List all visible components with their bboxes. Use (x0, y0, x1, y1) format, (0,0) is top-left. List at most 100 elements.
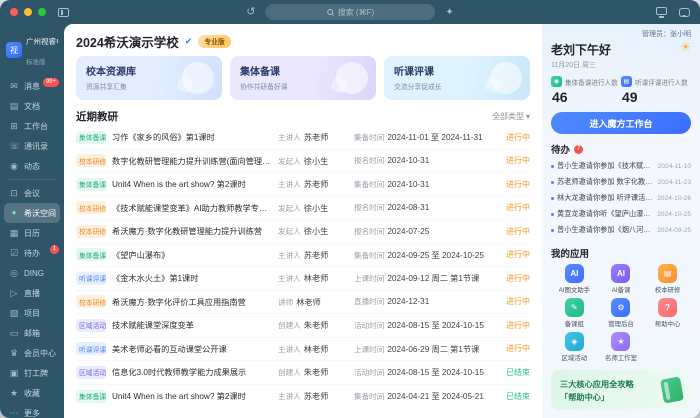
sidebar-item[interactable]: ♛ 会员中心 (4, 343, 60, 363)
todo-text: 曾小生邀请你参加《烟八河》集... (557, 225, 654, 235)
history-icon[interactable]: ↺ (246, 7, 255, 18)
sidebar-item[interactable]: ▷ 直播 (4, 283, 60, 303)
sidebar-item[interactable]: ⋯ 更多 (4, 403, 60, 418)
chevron-down-icon: ▾ (526, 112, 530, 121)
sidebar-item[interactable]: ⊡ 会议 (4, 183, 60, 203)
row-title: 希沃魔方·数字化教研管理能力提升训练营 (112, 225, 272, 237)
todo-item[interactable]: 林大龙邀请你参加 听评课活动... 2024-10-26 (551, 190, 691, 206)
feature-card[interactable]: 听课评课 交流分享促成长 (384, 56, 530, 100)
row-time: 活动时间2024-08-15 至 2024-10-15 (354, 319, 494, 331)
research-row[interactable]: 听课评课 《金木水火土》第1课时 主讲人林老师 上课时间2024-09-12 周… (76, 267, 530, 291)
close-window-button[interactable] (10, 8, 18, 16)
app-shortcut-label: AI图文助手 (559, 285, 591, 294)
sidebar-item[interactable]: ◎ DING (4, 263, 60, 283)
app-shortcut[interactable]: ★ 名师工作室 (598, 332, 645, 362)
ai-prep-app-icon: AI (611, 264, 630, 283)
app-shortcut[interactable]: ◈ 区域活动 (551, 332, 598, 362)
row-type-tag: 集体备课 (76, 131, 106, 144)
todo-section-title: 待办 (551, 142, 570, 156)
row-type-tag: 校本研修 (76, 201, 106, 214)
row-person: 主讲人林老师 (278, 343, 348, 355)
row-person: 主讲人苏老师 (278, 390, 348, 402)
app-shortcut[interactable]: ✎ 备课组 (551, 298, 598, 328)
row-person: 发起人徐小生 (278, 225, 348, 237)
todo-item[interactable]: 黄宣龙邀请你听《望庐山瀑布》... 2024-10-25 (551, 206, 691, 222)
research-row[interactable]: 集体备课 Unit4 When is the art show? 第2课时 主讲… (76, 385, 530, 409)
live-icon: ▷ (9, 289, 19, 298)
org-switcher[interactable]: 视 广州视睿电... 标准版 (4, 26, 60, 76)
ai-doc-app-icon: AI (565, 264, 584, 283)
sidebar-item-label: 日历 (24, 228, 40, 239)
sidebar-item[interactable]: ☑ 待办 1 (4, 243, 60, 263)
sidebar-item[interactable]: ▧ 项目 (4, 303, 60, 323)
row-time: 集备时间2024-11-01 至 2024-11-31 (354, 131, 494, 143)
minimize-window-button[interactable] (24, 8, 32, 16)
row-person: 主讲人苏老师 (278, 131, 348, 143)
app-shortcut-label: AI备课 (612, 285, 631, 294)
feed-icon: ◉ (9, 162, 19, 171)
sidebar-item[interactable]: ★ 收藏 (4, 383, 60, 403)
stat-block[interactable]: ◉ 集体备课进行人数 46 (551, 76, 621, 105)
sidebar-item-label: 项目 (24, 308, 40, 319)
ai-sparkle-icon[interactable]: ✦ (445, 7, 453, 18)
enter-workbench-button[interactable]: 进入魔方工作台 (551, 112, 691, 134)
app-shortcut-label: 名师工作室 (605, 353, 637, 362)
app-shortcut[interactable]: ? 帮助中心 (644, 298, 691, 328)
row-title: 希沃魔方·数字化评价工具应用指南营 (112, 296, 272, 308)
screen-share-icon[interactable] (656, 7, 667, 18)
app-shortcut[interactable]: ▤ 校本研修 (644, 264, 691, 294)
sidebar-toggle-icon[interactable] (58, 8, 69, 17)
research-row[interactable]: 集体备课 《望庐山瀑布》 主讲人苏老师 集备时间2024-09-25 至 202… (76, 244, 530, 268)
app-shortcut[interactable]: AI AI备课 (598, 264, 645, 294)
research-row[interactable]: 区域活动 信息化3.0时代教师教学能力成果展示 创建人朱老师 活动时间2024-… (76, 361, 530, 385)
feature-card-subtitle: 协作共研备好课 (240, 81, 366, 91)
sidebar-item[interactable]: ✉ 消息 99+ (4, 76, 60, 96)
row-time: 上课时间2024-09-12 周二 第1节课 (354, 272, 494, 284)
row-time: 报名时间2024-07-25 (354, 226, 494, 237)
research-row[interactable]: 集体备课 Unit4 When is the art show? 第2课时 主讲… (76, 173, 530, 197)
sidebar-item-label: 希沃空间 (24, 208, 56, 219)
sidebar-item[interactable]: ▭ 邮箱 (4, 323, 60, 343)
sidebar-item[interactable]: ▤ 文档 (4, 96, 60, 116)
research-row[interactable]: 校本研修 希沃魔方·数字化评价工具应用指南营 讲师林老师 直播时间2024-12… (76, 291, 530, 315)
sidebar-item[interactable]: ▦ 日历 (4, 223, 60, 243)
row-type-tag: 听课评课 (76, 272, 106, 285)
todo-text: 黄宣龙邀请你听《望庐山瀑布》... (557, 209, 654, 219)
todo-text: 曾小生邀请你参加《技术赋能课... (557, 161, 655, 171)
row-person: 创建人朱老师 (278, 319, 348, 331)
research-row[interactable]: 区域活动 技术赋能课堂深度变革 创建人朱老师 活动时间2024-08-15 至 … (76, 314, 530, 338)
feature-card[interactable]: 集体备课 协作共研备好课 (230, 56, 376, 100)
search-input[interactable]: 搜索 (⌘F) (265, 4, 435, 20)
todo-text: 苏老师邀请你参加 数字化教研管... (557, 177, 655, 187)
todo-item[interactable]: 曾小生邀请你参加《技术赋能课... 2024-11-10 (551, 158, 691, 174)
row-title: 技术赋能课堂深度变革 (112, 319, 272, 331)
sidebar-item[interactable]: ☏ 通讯录 (4, 136, 60, 156)
row-type-tag: 校本研修 (76, 154, 106, 167)
client-chat-icon[interactable] (679, 8, 690, 17)
research-row[interactable]: 校本研修 希沃魔方·数字化教研管理能力提升训练营 发起人徐小生 报名时间2024… (76, 220, 530, 244)
row-title: 《望庐山瀑布》 (112, 249, 272, 261)
todo-date: 2024-11-10 (658, 163, 691, 170)
sidebar-item[interactable]: ⊞ 工作台 (4, 116, 60, 136)
help-center-banner[interactable]: 三大核心应用全攻略 「帮助中心」 (551, 370, 691, 410)
research-row[interactable]: 校本研修 《技术赋能课堂变革》AI助力教师教学专业成长 发起人徐小生 报名时间2… (76, 197, 530, 221)
feature-card[interactable]: 校本资源库 资源共享汇集 (76, 56, 222, 100)
research-row[interactable]: 校本研修 数字化教研管理能力提升训练营(面向管理员) 发起人徐小生 报名时间20… (76, 150, 530, 174)
stat-block[interactable]: ▤ 听课评课进行人数 49 (621, 76, 691, 105)
notebook-icon (660, 376, 684, 403)
todo-item[interactable]: 苏老师邀请你参加 数字化教研管... 2024-11-23 (551, 174, 691, 190)
app-shortcut[interactable]: AI AI图文助手 (551, 264, 598, 294)
row-title: Unit4 When is the art show? 第2课时 (112, 390, 272, 402)
app-shortcut[interactable]: ⚙ 管理后台 (598, 298, 645, 328)
sidebar-item[interactable]: ▣ 钉工牌 (4, 363, 60, 383)
page-title: 2024希沃演示学校 (76, 32, 179, 51)
zoom-window-button[interactable] (38, 8, 46, 16)
todo-item[interactable]: 曾小生邀请你参加《烟八河》集... 2024-09-25 (551, 222, 691, 238)
calendar-icon: ▦ (9, 229, 19, 238)
sidebar-item[interactable]: ◉ 动态 (4, 156, 60, 176)
todo-dot-icon (551, 229, 554, 232)
sidebar-item[interactable]: ✦ 希沃空间 (4, 203, 60, 223)
research-row[interactable]: 集体备课 习作《家乡的风俗》第1课时 主讲人苏老师 集备时间2024-11-01… (76, 126, 530, 150)
type-filter-dropdown[interactable]: 全部类型 ▾ (492, 111, 530, 122)
research-row[interactable]: 听课评课 美术老师必看的互动课堂公开课 主讲人林老师 上课时间2024-06-2… (76, 338, 530, 362)
